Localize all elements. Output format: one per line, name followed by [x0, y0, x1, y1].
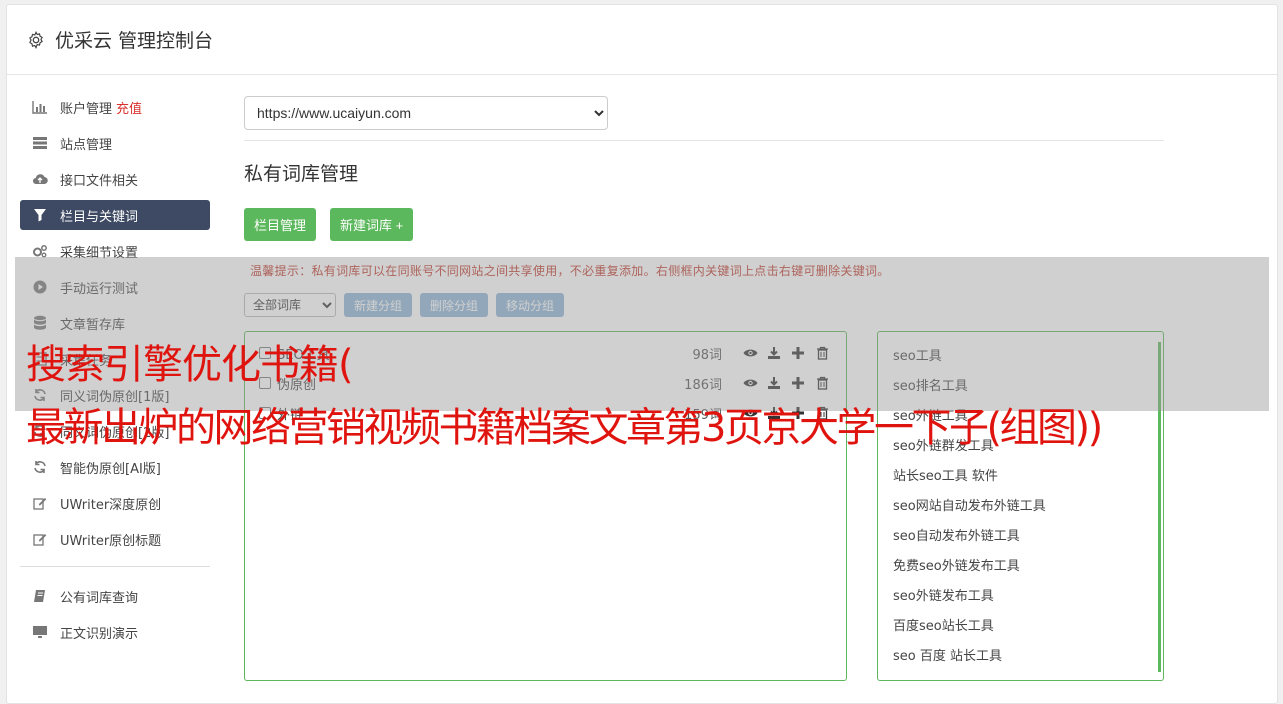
sidebar-item-label: 账户管理	[60, 101, 113, 117]
sidebar-item-account[interactable]: 账户管理 充值	[20, 92, 210, 122]
sidebar-item-public-lib[interactable]: 公有词库查询	[20, 581, 210, 611]
overlay-title-line1: 搜索引擎优化书籍(	[26, 342, 354, 388]
sidebar-item-label: 栏目与关键词	[60, 209, 139, 225]
keyword-item[interactable]: seo网站自动发布外链工具	[893, 492, 1163, 522]
site-select[interactable]: https://www.ucaiyun.com	[244, 96, 608, 130]
sidebar-item-columns-keywords[interactable]: 栏目与关键词	[20, 200, 210, 230]
server-icon	[32, 135, 48, 151]
sidebar-item-uwriter-deep[interactable]: UWriter深度原创	[20, 488, 210, 518]
keyword-item[interactable]: seo自动发布外链工具	[893, 522, 1163, 552]
section-title: 私有词库管理	[244, 163, 359, 185]
gear-icon	[29, 30, 43, 49]
keyword-item[interactable]: 免费seo外链发布工具	[893, 552, 1163, 582]
recharge-link[interactable]: 充值	[116, 98, 142, 117]
sidebar-item-label: 接口文件相关	[60, 173, 139, 189]
sidebar-item-text-detect[interactable]: 正文识别演示	[20, 617, 210, 647]
sidebar-item-sites[interactable]: 站点管理	[20, 128, 210, 158]
refresh-icon	[32, 459, 48, 475]
sidebar-item-interface[interactable]: 接口文件相关	[20, 164, 210, 194]
sidebar-item-label: 智能伪原创[AI版]	[60, 461, 161, 477]
overlay-title-line2: 最新出炉的网络营销视频书籍档案文章第3页京大学一下子(组图))	[26, 405, 1103, 451]
cloud-upload-icon	[32, 171, 48, 187]
edit-icon	[32, 531, 48, 547]
new-library-button[interactable]: 新建词库 +	[330, 208, 414, 241]
sidebar-item-label: UWriter深度原创	[60, 497, 162, 513]
edit-icon	[32, 495, 48, 511]
keyword-item[interactable]: seo外链发布工具	[893, 582, 1163, 612]
divider	[244, 140, 1164, 141]
sidebar-item-label: 站点管理	[60, 137, 113, 153]
sidebar-item-label: UWriter原创标题	[60, 533, 162, 549]
page-title: 优采云 管理控制台	[55, 30, 214, 52]
sidebar-item-label: 正文识别演示	[60, 626, 139, 642]
book-icon	[32, 588, 48, 604]
column-manage-button[interactable]: 栏目管理	[244, 208, 317, 241]
monitor-icon	[32, 624, 48, 640]
action-buttons: 栏目管理 新建词库 +	[244, 208, 1164, 241]
filter-icon	[32, 207, 48, 223]
keyword-item[interactable]: seo 百度 站长工具	[893, 642, 1163, 672]
bar-chart-icon	[32, 99, 48, 115]
console-header: 优采云 管理控制台	[7, 5, 1277, 75]
keyword-item[interactable]: 百度seo站长工具	[893, 612, 1163, 642]
sidebar-divider	[20, 566, 210, 567]
sidebar-item-ai-rewrite[interactable]: 智能伪原创[AI版]	[20, 452, 210, 482]
sidebar-item-label: 公有词库查询	[60, 590, 139, 606]
sidebar-item-uwriter-title[interactable]: UWriter原创标题	[20, 524, 210, 554]
keyword-item[interactable]: 站长seo工具 软件	[893, 462, 1163, 492]
